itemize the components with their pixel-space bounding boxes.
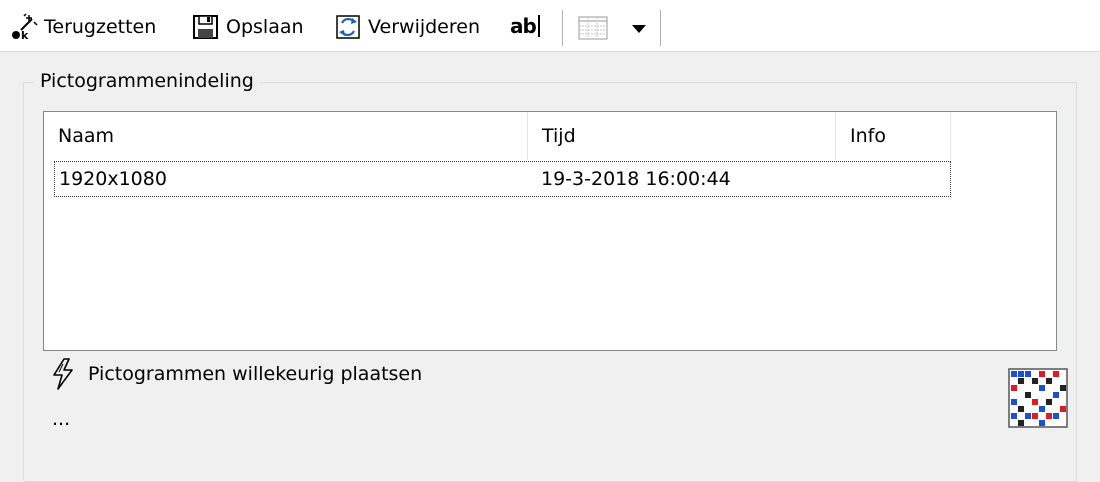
view-dropdown-arrow-icon[interactable] <box>632 25 646 33</box>
more-options-button[interactable]: ... <box>52 408 70 430</box>
delete-label: Verwijderen <box>368 16 480 38</box>
rename-button[interactable]: ab <box>510 14 540 38</box>
toolbar: k Terugzetten Opslaan Verwijderen ab <box>0 0 1100 52</box>
cell-name: 1920x1080 <box>59 168 167 190</box>
cell-time: 19-3-2018 16:00:44 <box>541 168 731 190</box>
desktop-icon-grid-icon <box>1008 368 1068 428</box>
svg-text:k: k <box>21 29 29 41</box>
save-label: Opslaan <box>226 16 304 38</box>
column-header-info[interactable]: Info <box>836 112 951 160</box>
delete-button[interactable]: Verwijderen <box>334 10 480 44</box>
column-header-time[interactable]: Tijd <box>528 112 836 160</box>
floppy-disk-icon <box>192 13 220 41</box>
rename-text-icon: ab <box>510 14 537 38</box>
toolbar-separator <box>660 10 661 46</box>
table-row[interactable]: 1920x1080 19-3-2018 16:00:44 <box>54 161 951 197</box>
toolbar-separator <box>562 10 563 46</box>
grid-view-icon[interactable] <box>578 16 608 44</box>
layout-list[interactable]: Naam Tijd Info 1920x1080 19-3-2018 16:00… <box>43 111 1057 351</box>
list-header: Naam Tijd Info <box>44 112 1056 160</box>
text-cursor-icon <box>537 15 540 37</box>
random-placement-option[interactable]: Pictogrammen willekeurig plaatsen <box>50 358 422 390</box>
restore-label: Terugzetten <box>44 16 157 38</box>
column-header-name[interactable]: Naam <box>44 112 528 160</box>
random-placement-label: Pictogrammen willekeurig plaatsen <box>88 363 423 385</box>
group-title: Pictogrammenindeling <box>34 68 260 94</box>
lightning-icon <box>50 358 76 390</box>
restore-button[interactable]: k Terugzetten <box>10 10 156 44</box>
magic-wand-icon: k <box>10 13 38 41</box>
recycle-icon <box>334 13 362 41</box>
save-button[interactable]: Opslaan <box>192 10 304 44</box>
